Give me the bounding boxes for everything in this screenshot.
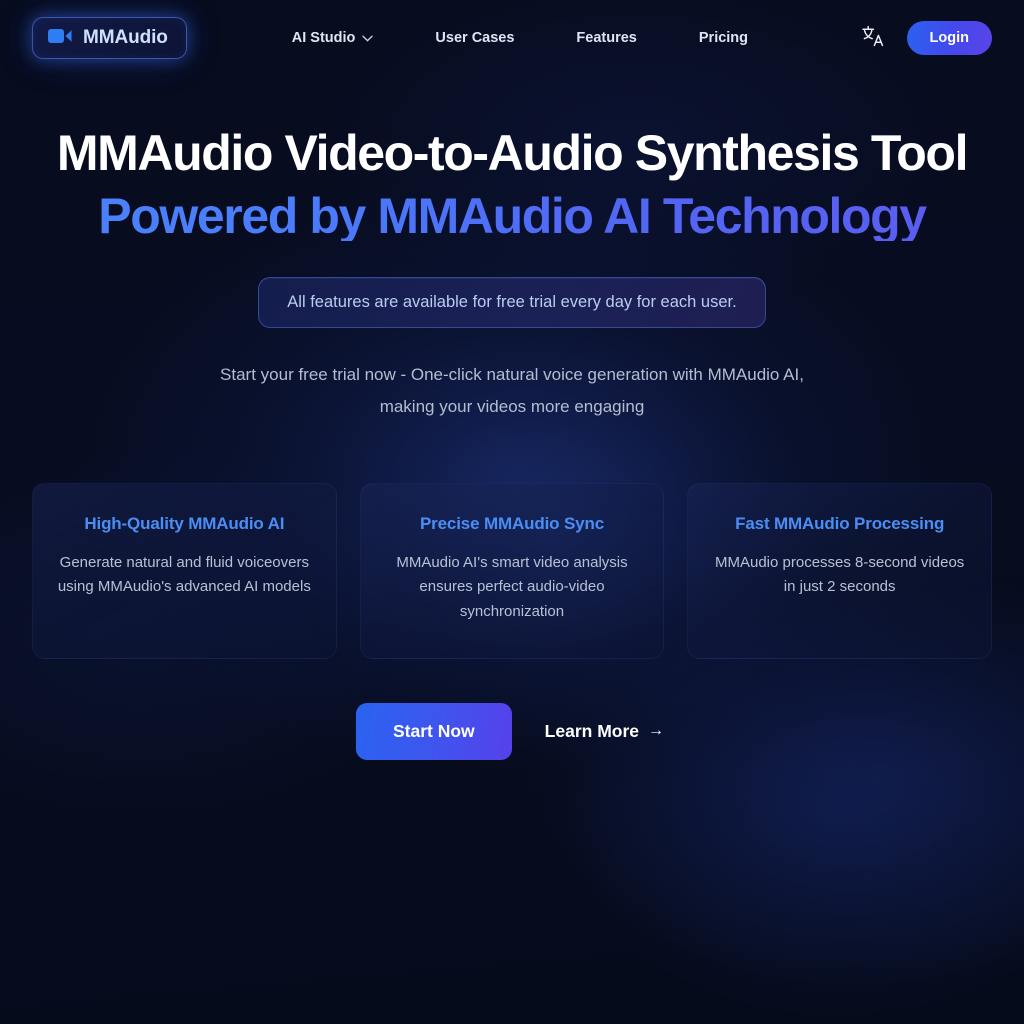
- page-title-line2: Powered by MMAudio AI Technology: [24, 191, 1000, 241]
- start-now-button[interactable]: Start Now: [355, 702, 512, 760]
- learn-more-label: Learn More: [544, 720, 639, 741]
- navbar-right-group: Login: [861, 21, 992, 55]
- brand-name: MMAudio: [83, 27, 168, 48]
- hero-section: MMAudio Video-to-Audio Synthesis Tool Po…: [0, 76, 1024, 423]
- nav-item-label: Features: [576, 30, 637, 46]
- feature-card-title: Fast MMAudio Processing: [735, 513, 945, 533]
- nav-item-label: User Cases: [435, 30, 515, 46]
- feature-card-description: Generate natural and fluid voiceovers us…: [57, 553, 311, 596]
- nav-item-label: Pricing: [698, 30, 749, 46]
- top-navbar: MMAudio AI Studio User Cases Features Pr…: [0, 0, 1024, 76]
- translate-icon[interactable]: [861, 25, 885, 52]
- feature-card: Precise MMAudio Sync MMAudio AI's smart …: [359, 482, 665, 659]
- landing-page: MMAudio AI Studio User Cases Features Pr…: [0, 0, 1024, 1024]
- nav-links: AI Studio User Cases Features Pricing: [292, 22, 748, 54]
- learn-more-button[interactable]: Learn More →: [541, 703, 668, 760]
- cta-group: Start Now Learn More →: [0, 702, 1024, 760]
- hero-subtitle: Start your free trial now - One-click na…: [142, 359, 882, 423]
- nav-item-ai-studio[interactable]: AI Studio: [292, 22, 374, 54]
- feature-card-title: High-Quality MMAudio AI: [84, 513, 285, 533]
- feature-card: Fast MMAudio Processing MMAudio processe…: [687, 482, 992, 659]
- hero-subtitle-line1: Start your free trial now - One-click na…: [220, 365, 804, 384]
- nav-item-user-cases[interactable]: User Cases: [435, 22, 514, 54]
- feature-cards: High-Quality MMAudio AI Generate natural…: [0, 482, 1024, 659]
- background-glow-lower-right: [560, 600, 1024, 1020]
- login-button[interactable]: Login: [906, 21, 992, 55]
- feature-card-title: Precise MMAudio Sync: [419, 513, 605, 533]
- arrow-right-icon: →: [648, 722, 664, 740]
- brand-logo[interactable]: MMAudio: [32, 17, 187, 59]
- nav-item-label: AI Studio: [291, 30, 356, 46]
- nav-item-pricing[interactable]: Pricing: [699, 22, 748, 54]
- page-title-line1: MMAudio Video-to-Audio Synthesis Tool: [56, 125, 969, 181]
- feature-card: High-Quality MMAudio AI Generate natural…: [32, 482, 337, 659]
- chevron-down-icon: [362, 30, 374, 46]
- video-camera-icon: [48, 28, 72, 49]
- feature-card-description: MMAudio AI's smart video analysis ensure…: [396, 553, 628, 620]
- feature-card-description: MMAudio processes 8-second videos in jus…: [715, 553, 965, 596]
- nav-item-features[interactable]: Features: [576, 22, 636, 54]
- hero-subtitle-line2: making your videos more engaging: [379, 396, 645, 416]
- page-title: MMAudio Video-to-Audio Synthesis Tool Po…: [0, 128, 1024, 241]
- free-trial-badge: All features are available for free tria…: [258, 277, 766, 328]
- promo-badge-wrapper: All features are available for free tria…: [0, 277, 1024, 328]
